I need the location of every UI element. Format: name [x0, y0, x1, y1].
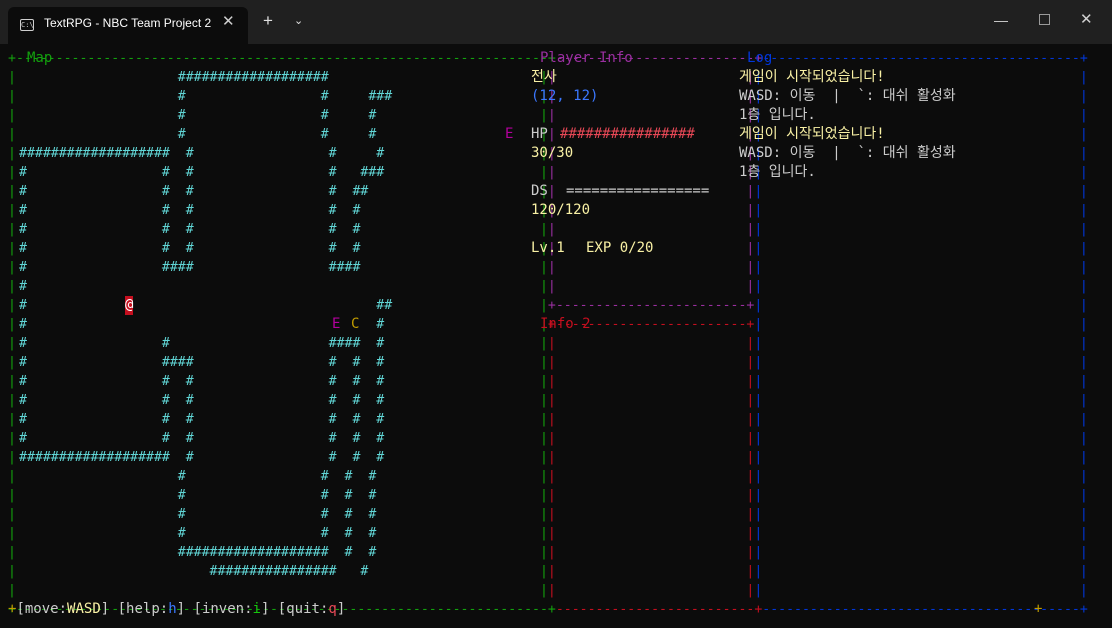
chevron-down-icon[interactable]: ⌄ [294, 14, 303, 27]
player-info-title: Player Info [540, 50, 633, 66]
title-bar: C:\ TextRPG - NBC Team Project 2 ✕ + ⌄ —… [0, 0, 1112, 44]
close-window-button[interactable]: ✕ [1080, 10, 1093, 28]
quit-label: quit: [286, 601, 329, 617]
log-line: 1층 입니다. [739, 164, 816, 180]
hp-value: 30/30 [531, 145, 574, 161]
chest-marker: C [351, 316, 360, 332]
player-marker: @ [125, 296, 134, 315]
info2-title: Info 2 [540, 316, 591, 332]
move-key: WASD [67, 601, 101, 617]
player-exp: EXP 0/20 [586, 240, 654, 256]
help-key: h [168, 601, 177, 617]
log-line: 1층 입니다. [739, 107, 816, 123]
player-position: (12, 12) [531, 88, 599, 104]
close-tab-icon[interactable]: ✕ [222, 12, 235, 30]
new-tab-button[interactable]: + [263, 12, 273, 30]
status-bar: +[move:WASD] [help:h] [inven:i] [quit:q] [8, 601, 346, 617]
tab-title: TextRPG - NBC Team Project 2 [44, 16, 212, 30]
enemy-marker: E [332, 316, 341, 332]
log-line: WASD: 이동 | `: 대쉬 활성화 [739, 88, 956, 104]
move-label: move: [24, 601, 68, 617]
log-line: WASD: 이동 | `: 대쉬 활성화 [739, 145, 956, 161]
inven-key: i [252, 601, 261, 617]
log-line: 게임이 시작되었습니다! [739, 69, 885, 85]
terminal-tab[interactable]: C:\ TextRPG - NBC Team Project 2 ✕ [8, 7, 248, 44]
map-title: Map [27, 50, 53, 66]
status-corner: + [1034, 601, 1043, 617]
log-line: 게임이 시작되었습니다! [739, 126, 885, 142]
enemy-marker: E [505, 126, 514, 142]
maximize-button[interactable] [1039, 14, 1050, 25]
player-level: Lv.1 [531, 240, 565, 256]
ds-label: DS [531, 183, 548, 199]
ds-bar: ================= [566, 183, 710, 199]
player-class: 전사 [531, 69, 557, 85]
hp-label: HP [531, 126, 548, 142]
log-title: Log [747, 50, 773, 66]
hp-bar: ################ [560, 126, 695, 142]
ds-value: 120/120 [531, 202, 591, 218]
terminal-icon: C:\ [20, 19, 34, 31]
minimize-button[interactable]: — [994, 12, 1008, 28]
quit-key: q [328, 601, 337, 617]
help-label: help: [126, 601, 169, 617]
inven-label: inven: [201, 601, 253, 617]
